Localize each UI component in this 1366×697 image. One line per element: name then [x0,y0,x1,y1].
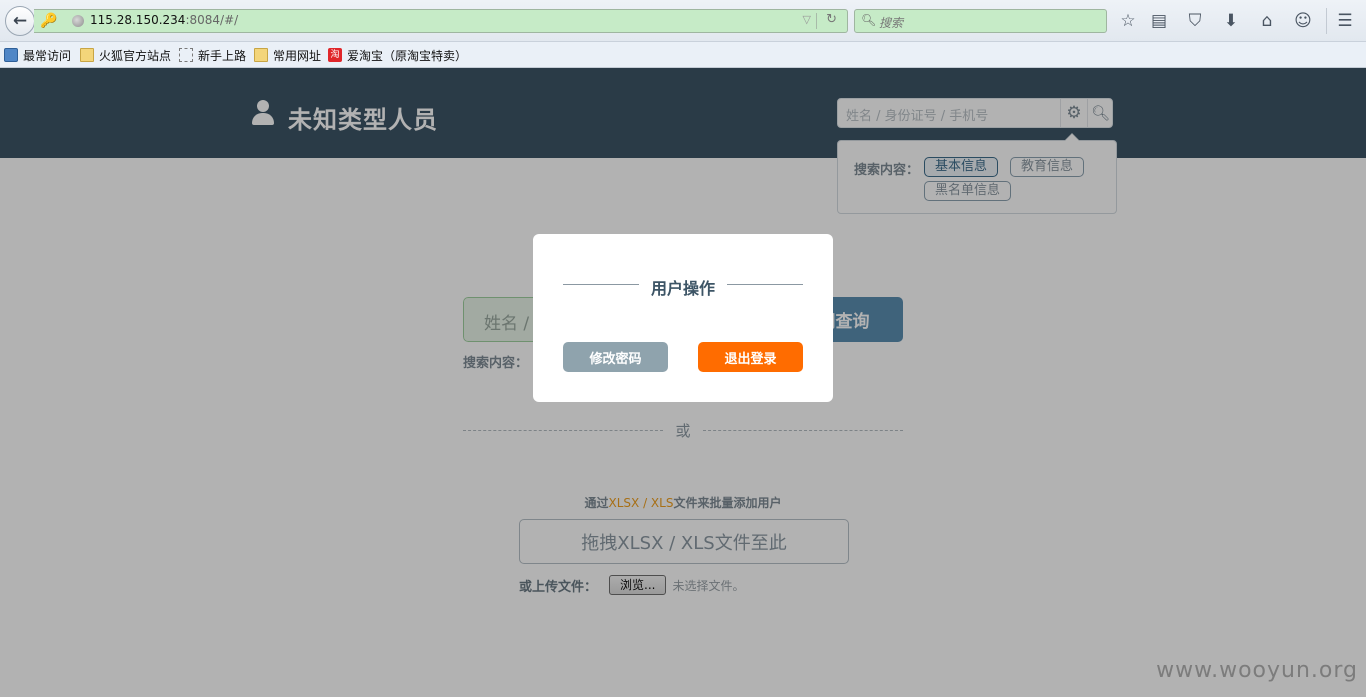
url-host: 115.28.150.234 [90,13,186,27]
pocket-icon[interactable]: ⛉ [1184,11,1206,33]
bookmarks-bar: 最常访问 火狐官方站点 新手上路 常用网址 淘爱淘宝（原淘宝特卖） [0,42,1366,68]
bookmark-most-visited[interactable]: 最常访问 [4,47,71,63]
url-bar[interactable]: 🔑 115.28.150.234:8084/#/ ▽ ↻ [34,9,848,33]
folder-icon [80,48,94,62]
modal-title-row: 用户操作 [563,274,803,298]
bookmark-label: 最常访问 [23,48,72,63]
back-button[interactable]: ← [5,6,35,36]
bookmark-common-sites[interactable]: 常用网址 [254,47,321,63]
bookmark-label: 火狐官方站点 [99,48,172,63]
back-arrow-icon: ← [12,11,28,31]
bookmark-label: 爱淘宝（原淘宝特卖） [347,48,468,63]
user-actions-modal: 用户操作 修改密码 退出登录 [533,234,833,402]
taobao-icon: 淘 [328,48,342,62]
folder-icon [254,48,268,62]
toolbar-separator [1326,8,1327,34]
chat-icon[interactable]: ☺ [1292,11,1314,33]
browser-search-placeholder: 搜索 [879,16,904,30]
bookmark-getting-started[interactable]: 新手上路 [179,47,246,63]
page-content: 未知类型人员 姓名 / 身份证号 / 手机号 ⚙ 🔍︎ 搜索内容： 基本信息 教… [0,68,1366,697]
reload-icon[interactable]: ↻ [826,12,837,27]
menu-icon[interactable]: ☰ [1334,11,1356,33]
url-separator [816,13,817,29]
downloads-icon[interactable]: ⬇ [1220,11,1242,33]
reading-list-icon[interactable]: ▤ [1148,11,1170,33]
browser-search-bar[interactable]: 🔍︎ 搜索 [854,9,1107,33]
modal-title: 用户操作 [650,279,715,298]
most-visited-icon [4,48,18,62]
url-path: :8084/#/ [185,13,239,27]
bookmark-ai-taobao[interactable]: 淘爱淘宝（原淘宝特卖） [328,47,467,63]
home-icon[interactable]: ⌂ [1256,11,1278,33]
browser-toolbar: ← 🔑 115.28.150.234:8084/#/ ▽ ↻ 🔍︎ 搜索 ☆ ▤… [0,0,1366,42]
title-line-right [727,284,803,285]
search-icon: 🔍︎ [861,13,877,27]
site-identity-key-icon[interactable]: 🔑 [34,9,64,33]
globe-icon [72,15,84,27]
bookmark-firefox-site[interactable]: 火狐官方站点 [80,47,171,63]
logout-button[interactable]: 退出登录 [698,342,803,372]
bookmark-label: 新手上路 [198,48,247,63]
bookmark-label: 常用网址 [273,48,322,63]
change-password-button[interactable]: 修改密码 [563,342,668,372]
url-text[interactable]: 115.28.150.234:8084/#/ [90,13,238,27]
page-icon [179,48,193,62]
bookmark-star-icon[interactable]: ☆ [1117,11,1139,33]
url-history-dropdown-icon[interactable]: ▽ [803,13,811,26]
watermark: www.wooyun.org [1156,658,1358,683]
